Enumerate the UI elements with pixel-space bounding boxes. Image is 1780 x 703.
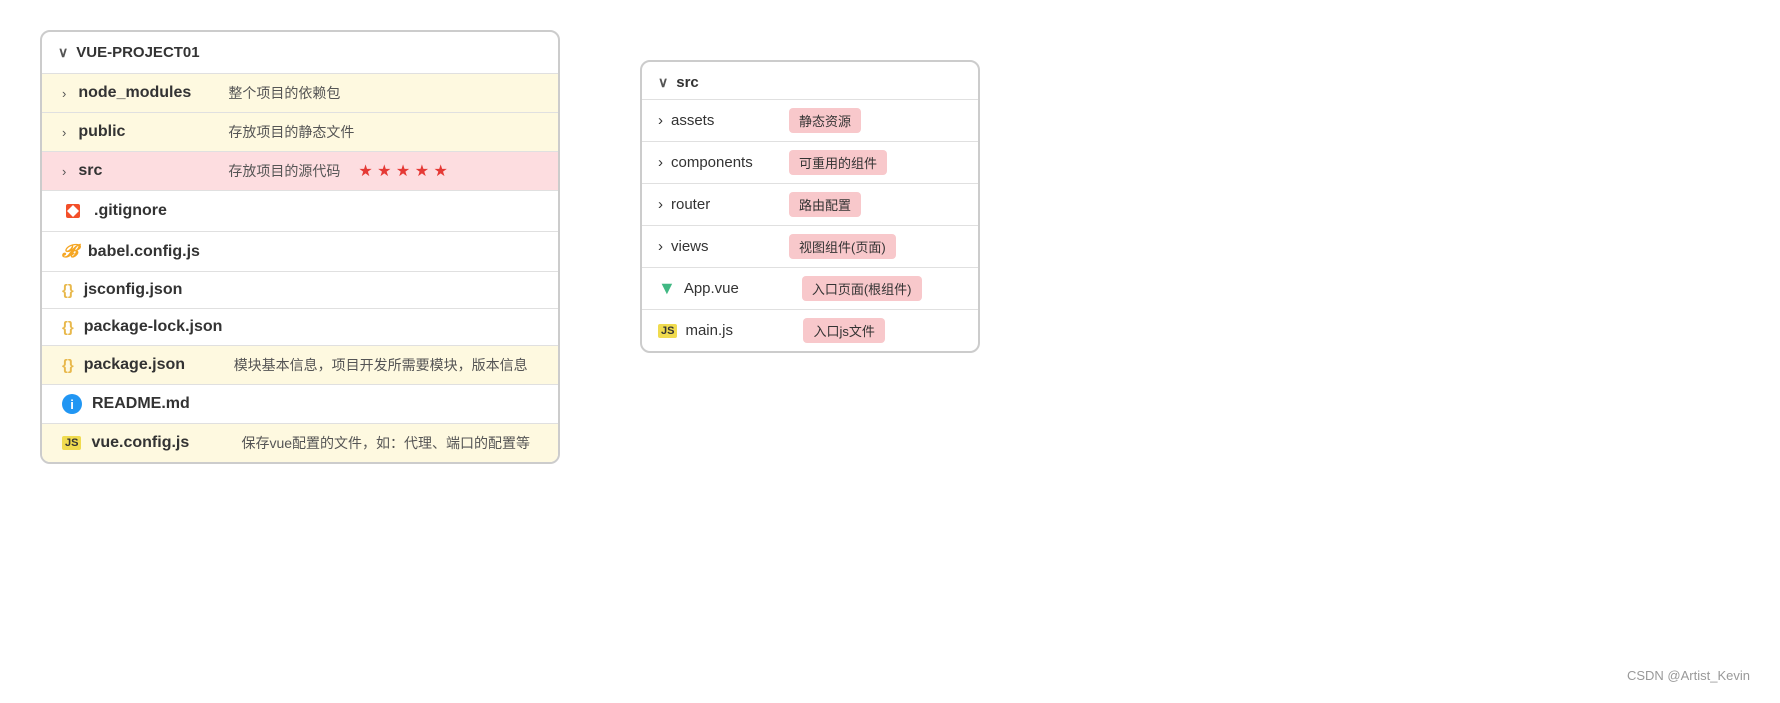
- views-name: views: [671, 238, 781, 255]
- readme-icon: i: [62, 394, 82, 414]
- right-row-components: › components 可重用的组件: [642, 142, 978, 183]
- vue-config-name: vue.config.js: [91, 434, 231, 452]
- row-readme: i README.md: [42, 385, 558, 423]
- folder-chevron: ›: [62, 86, 66, 101]
- js-icon-small: JS: [658, 324, 677, 338]
- components-chevron: ›: [658, 154, 663, 171]
- row-package-json: {} package.json 模块基本信息，项目开发所需要模块，版本信息: [42, 346, 558, 384]
- views-badge: 视图组件(页面): [789, 234, 896, 259]
- left-panel: ∨ VUE-PROJECT01 › node_modules 整个项目的依赖包 …: [40, 30, 560, 464]
- vue-config-desc: 保存vue配置的文件，如：代理、端口的配置等: [241, 433, 530, 453]
- babel-name: babel.config.js: [88, 243, 228, 261]
- src-desc: 存放项目的源代码: [228, 161, 340, 181]
- right-panel: ∨ src › assets 静态资源 › components 可重用的组件 …: [640, 60, 980, 353]
- js-icon: JS: [62, 436, 81, 450]
- git-icon: [62, 200, 84, 222]
- right-row-main-js: JS main.js 入口js文件: [642, 310, 978, 351]
- components-badge: 可重用的组件: [789, 150, 887, 175]
- row-jsconfig: {} jsconfig.json: [42, 272, 558, 308]
- json-icon-2: {}: [62, 319, 74, 336]
- right-row-router: › router 路由配置: [642, 184, 978, 225]
- router-badge: 路由配置: [789, 192, 861, 217]
- app-vue-badge: 入口页面(根组件): [802, 276, 922, 301]
- assets-badge: 静态资源: [789, 108, 861, 133]
- assets-chevron: ›: [658, 112, 663, 129]
- right-panel-title: src: [676, 74, 699, 91]
- components-name: components: [671, 154, 781, 171]
- right-row-app-vue: ▼ App.vue 入口页面(根组件): [642, 268, 978, 309]
- package-lock-name: package-lock.json: [84, 318, 224, 336]
- src-name: src: [78, 162, 218, 180]
- src-stars: ★ ★ ★ ★ ★: [358, 161, 448, 181]
- app-vue-name: App.vue: [684, 280, 794, 297]
- folder-chevron: ›: [62, 125, 66, 140]
- package-json-desc: 模块基本信息，项目开发所需要模块，版本信息: [234, 355, 528, 375]
- json-icon-3: {}: [62, 357, 74, 374]
- row-node-modules: › node_modules 整个项目的依赖包: [42, 74, 558, 112]
- router-chevron: ›: [658, 196, 663, 213]
- jsconfig-name: jsconfig.json: [84, 281, 224, 299]
- router-name: router: [671, 196, 781, 213]
- babel-icon: 𝓑: [62, 241, 78, 262]
- watermark: CSDN @Artist_Kevin: [1627, 668, 1750, 683]
- node-modules-desc: 整个项目的依赖包: [228, 83, 340, 103]
- main-js-badge: 入口js文件: [803, 318, 884, 343]
- vue-icon: ▼: [658, 278, 676, 299]
- row-public: › public 存放项目的静态文件: [42, 113, 558, 151]
- assets-name: assets: [671, 112, 781, 129]
- public-name: public: [78, 123, 218, 141]
- right-panel-header: ∨ src: [642, 62, 978, 99]
- right-row-assets: › assets 静态资源: [642, 100, 978, 141]
- row-src: › src 存放项目的源代码 ★ ★ ★ ★ ★: [42, 152, 558, 190]
- node-modules-name: node_modules: [78, 84, 218, 102]
- row-gitignore: .gitignore: [42, 191, 558, 231]
- main-container: ∨ VUE-PROJECT01 › node_modules 整个项目的依赖包 …: [40, 30, 980, 464]
- json-icon-1: {}: [62, 282, 74, 299]
- row-babel: 𝓑 babel.config.js: [42, 232, 558, 271]
- package-json-name: package.json: [84, 356, 224, 374]
- main-js-name: main.js: [685, 322, 795, 339]
- public-desc: 存放项目的静态文件: [228, 122, 354, 142]
- row-vue-config: JS vue.config.js 保存vue配置的文件，如：代理、端口的配置等: [42, 424, 558, 462]
- folder-chevron: ›: [62, 164, 66, 179]
- right-row-views: › views 视图组件(页面): [642, 226, 978, 267]
- views-chevron: ›: [658, 238, 663, 255]
- row-package-lock: {} package-lock.json: [42, 309, 558, 345]
- right-header-chevron: ∨: [658, 74, 668, 91]
- readme-name: README.md: [92, 395, 232, 413]
- gitignore-name: .gitignore: [94, 202, 234, 220]
- left-panel-header: ∨ VUE-PROJECT01: [42, 32, 558, 73]
- left-panel-title: VUE-PROJECT01: [76, 44, 199, 61]
- header-chevron: ∨: [58, 44, 68, 61]
